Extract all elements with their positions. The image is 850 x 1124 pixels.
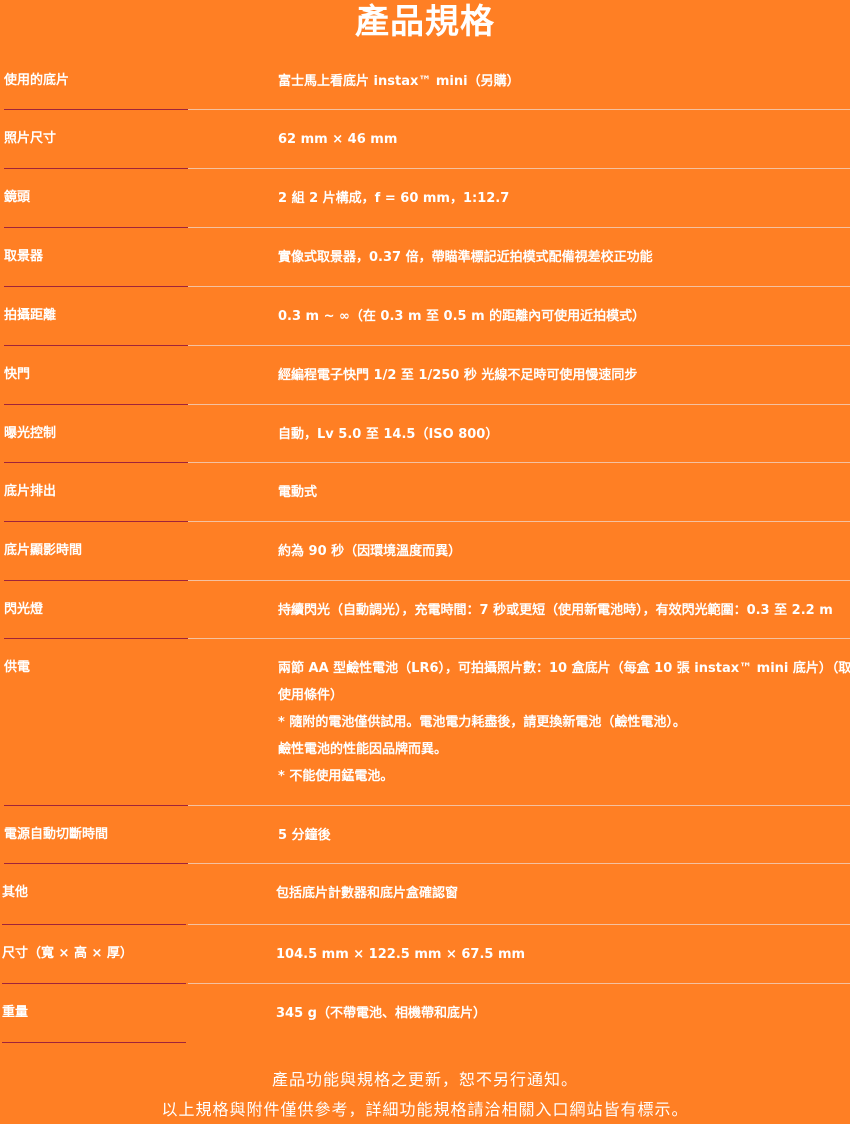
spec-label: 快門 <box>4 367 31 382</box>
spec-row: 曝光控制 自動，Lv 5.0 至 14.5（ISO 800） <box>0 405 850 463</box>
spec-value-line: 345 g（不帶電池、相機帶和底片） <box>276 1006 486 1021</box>
spec-row: 取景器 實像式取景器，0.37 倍，帶瞄準標記近拍模式配備視差校正功能 <box>0 228 850 287</box>
spec-value: 5 分鐘後 <box>278 822 850 849</box>
spec-value: 電動式 <box>278 479 850 506</box>
spec-value: 實像式取景器，0.37 倍，帶瞄準標記近拍模式配備視差校正功能 <box>278 244 850 271</box>
spec-value-line: 0.3 m ~ ∞（在 0.3 m 至 0.5 m 的距離內可使用近拍模式） <box>278 309 646 324</box>
spec-label: 曝光控制 <box>4 426 57 441</box>
spec-value: 約為 90 秒（因環境溫度而異） <box>278 538 850 565</box>
spec-label: 電源自動切斷時間 <box>4 827 109 842</box>
spec-row: 電源自動切斷時間 5 分鐘後 <box>0 806 850 864</box>
spec-value-line: * 不能使用錳電池。 <box>278 769 394 784</box>
spec-label: 閃光燈 <box>4 602 44 617</box>
spec-value: 經編程電子快門 1/2 至 1/250 秒 光線不足時可使用慢速同步 <box>278 362 850 389</box>
spec-value-line: 富士馬上看底片 instax™ mini（另購） <box>278 74 520 89</box>
spec-value-line: 持續閃光（自動調光），充電時間：7 秒或更短（使用新電池時），有效閃光範圍：0.… <box>278 603 833 618</box>
spec-row: 鏡頭 2 組 2 片構成，f = 60 mm，1:12.7 <box>0 169 850 228</box>
spec-value: 104.5 mm × 122.5 mm × 67.5 mm <box>276 941 850 968</box>
spec-value-line: 實像式取景器，0.37 倍，帶瞄準標記近拍模式配備視差校正功能 <box>278 250 653 265</box>
spec-value-line: 電動式 <box>278 485 318 500</box>
spec-row: 閃光燈 持續閃光（自動調光），充電時間：7 秒或更短（使用新電池時），有效閃光範… <box>0 581 850 639</box>
spec-value-line: 約為 90 秒（因環境溫度而異） <box>278 544 462 559</box>
divider <box>2 1042 186 1043</box>
footer-disclaimer: 以上規格與附件僅供參考，詳細功能規格請洽相關入口網站皆有標示。 <box>161 1100 689 1119</box>
spec-value: 兩節 AA 型鹼性電池（LR6），可拍攝照片數：10 盒底片（每盒 10 張 i… <box>278 655 850 790</box>
spec-row: 尺寸（寬 × 高 × 厚） 104.5 mm × 122.5 mm × 67.5… <box>0 925 850 984</box>
spec-value: 0.3 m ~ ∞（在 0.3 m 至 0.5 m 的距離內可使用近拍模式） <box>278 303 850 330</box>
spec-value-line: 鹼性電池的性能因品牌而異。 <box>278 742 448 757</box>
spec-value-line: 5 分鐘後 <box>278 828 331 843</box>
spec-value: 2 組 2 片構成，f = 60 mm，1:12.7 <box>278 185 850 212</box>
spec-label: 重量 <box>2 1005 29 1020</box>
spec-value-line: 兩節 AA 型鹼性電池（LR6），可拍攝照片數：10 盒底片（每盒 10 張 i… <box>278 661 850 676</box>
spec-value: 富士馬上看底片 instax™ mini（另購） <box>278 68 850 95</box>
spec-label: 鏡頭 <box>4 190 31 205</box>
spec-table: 使用的底片 富士馬上看底片 instax™ mini（另購） 照片尺寸 62 m… <box>0 52 850 1043</box>
page-title: 產品規格 <box>355 2 495 42</box>
spec-value: 持續閃光（自動調光），充電時間：7 秒或更短（使用新電池時），有效閃光範圍：0.… <box>278 597 850 624</box>
spec-value-line: 62 mm × 46 mm <box>278 132 398 147</box>
spec-value-line: 使用條件） <box>278 688 344 703</box>
spec-row: 供電 兩節 AA 型鹼性電池（LR6），可拍攝照片數：10 盒底片（每盒 10 … <box>0 639 850 806</box>
spec-label: 底片排出 <box>4 484 57 499</box>
spec-row: 其他 包括底片計數器和底片盒確認窗 <box>0 864 850 925</box>
spec-value-line: 包括底片計數器和底片盒確認窗 <box>276 886 459 901</box>
spec-label: 底片顯影時間 <box>4 543 83 558</box>
spec-row: 底片顯影時間 約為 90 秒（因環境溫度而異） <box>0 522 850 581</box>
spec-row: 照片尺寸 62 mm × 46 mm <box>0 110 850 169</box>
spec-label: 其他 <box>2 885 29 900</box>
spec-label: 使用的底片 <box>4 73 70 88</box>
spec-row: 拍攝距離 0.3 m ~ ∞（在 0.3 m 至 0.5 m 的距離內可使用近拍… <box>0 287 850 346</box>
spec-label: 供電 <box>4 660 31 675</box>
spec-row: 使用的底片 富士馬上看底片 instax™ mini（另購） <box>0 52 850 110</box>
spec-row: 底片排出 電動式 <box>0 463 850 522</box>
spec-value: 62 mm × 46 mm <box>278 126 850 153</box>
spec-label: 拍攝距離 <box>4 308 57 323</box>
spec-value-line: 經編程電子快門 1/2 至 1/250 秒 光線不足時可使用慢速同步 <box>278 368 638 383</box>
spec-value-line: * 隨附的電池僅供試用。電池電力耗盡後，請更換新電池（鹼性電池）。 <box>278 715 686 730</box>
spec-row: 快門 經編程電子快門 1/2 至 1/250 秒 光線不足時可使用慢速同步 <box>0 346 850 405</box>
spec-value-line: 自動，Lv 5.0 至 14.5（ISO 800） <box>278 427 499 442</box>
spec-value: 自動，Lv 5.0 至 14.5（ISO 800） <box>278 421 850 448</box>
spec-value-line: 104.5 mm × 122.5 mm × 67.5 mm <box>276 947 526 962</box>
spec-value-line: 2 組 2 片構成，f = 60 mm，1:12.7 <box>278 191 510 206</box>
spec-label: 尺寸（寬 × 高 × 厚） <box>2 946 133 961</box>
spec-value: 345 g（不帶電池、相機帶和底片） <box>276 1000 850 1027</box>
footer-notice: 產品功能與規格之更新，恕不另行通知。 <box>271 1070 578 1089</box>
spec-value: 包括底片計數器和底片盒確認窗 <box>276 880 850 907</box>
spec-label: 照片尺寸 <box>4 131 57 146</box>
spec-label: 取景器 <box>4 249 44 264</box>
spec-row: 重量 345 g（不帶電池、相機帶和底片） <box>0 984 850 1043</box>
